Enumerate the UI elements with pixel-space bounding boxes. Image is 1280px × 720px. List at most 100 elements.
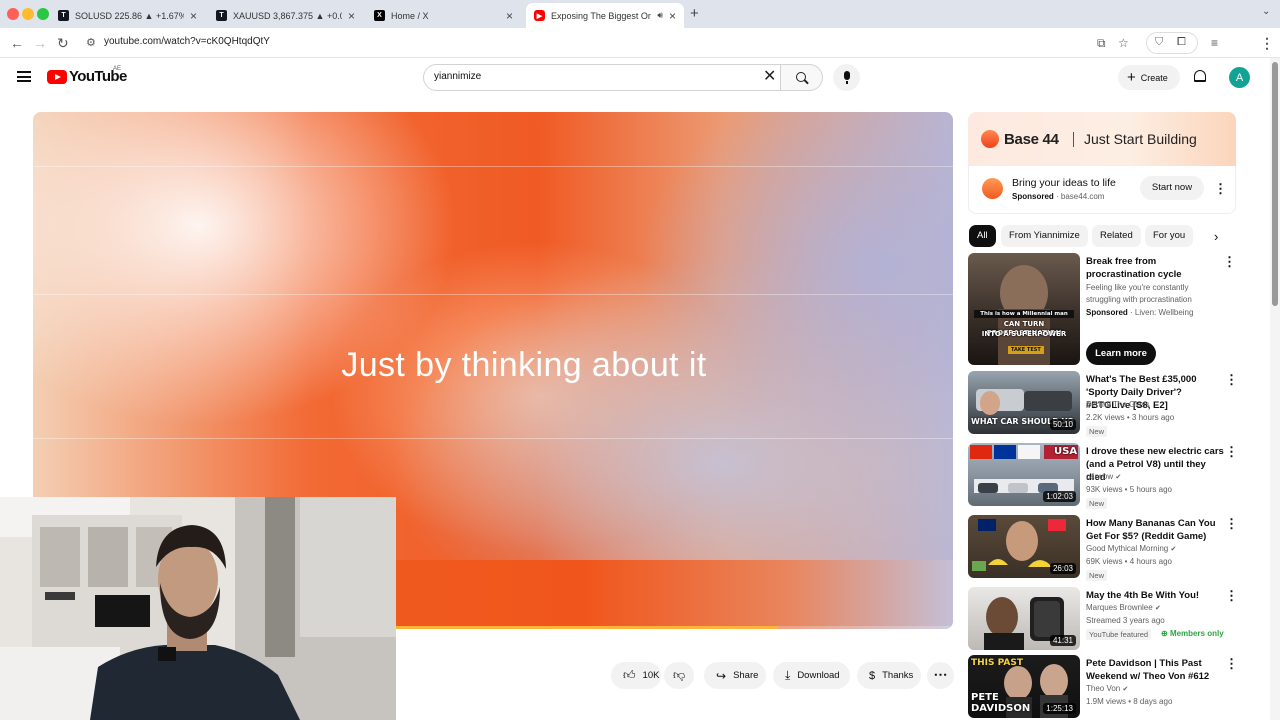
video-thumbnail[interactable]: THIS PAST PETE DAVIDSON 1:25:13 xyxy=(968,655,1080,718)
browser-tab[interactable]: T XAUUSD 3,867.375 ▲ +0.05% × xyxy=(208,3,363,28)
video-thumbnail[interactable]: USA 1:02:03 xyxy=(968,443,1080,506)
item-menu-icon[interactable]: ⋮ xyxy=(1225,589,1238,602)
tab-title: Exposing The Biggest On xyxy=(551,10,652,21)
chip-all[interactable]: All xyxy=(969,225,996,247)
video-stats: Streamed 3 years ago xyxy=(1086,616,1165,625)
sponsored-label: Sponsored xyxy=(1012,192,1054,201)
close-tab-icon[interactable]: × xyxy=(348,9,355,23)
notifications-bell-icon[interactable] xyxy=(1194,70,1206,82)
video-thumbnail[interactable]: 41:31 xyxy=(968,587,1080,650)
close-tab-icon[interactable]: × xyxy=(190,9,197,23)
members-only-badge: ⊕ Members only xyxy=(1161,629,1224,638)
video-title[interactable]: Pete Davidson | This Past Weekend w/ The… xyxy=(1086,657,1226,683)
video-title[interactable]: May the 4th Be With You! xyxy=(1086,589,1226,602)
item-menu-icon[interactable]: ⋮ xyxy=(1225,657,1238,670)
item-menu-icon[interactable]: ⋮ xyxy=(1225,445,1238,458)
video-list-item[interactable]: 26:03 How Many Bananas Can You Get For $… xyxy=(968,515,1238,581)
video-list-item[interactable]: WHAT CAR SHOULD YO 50:10 What's The Best… xyxy=(968,371,1238,437)
base44-logo-icon xyxy=(981,130,999,148)
create-button[interactable]: + Create xyxy=(1118,65,1180,90)
shield-icon[interactable]: ⛉ xyxy=(1155,36,1163,49)
media-control-icon[interactable]: ≡ xyxy=(1211,34,1218,52)
ad-menu-icon[interactable]: ⋮ xyxy=(1214,182,1227,195)
video-list-item[interactable]: THIS PAST PETE DAVIDSON 1:25:13 Pete Dav… xyxy=(968,655,1238,718)
avatar[interactable]: A xyxy=(1229,67,1250,88)
page-scrollbar[interactable] xyxy=(1270,58,1280,720)
browser-tab[interactable]: T SOLUSD 225.86 ▲ +1.67% U × xyxy=(50,3,205,28)
divider xyxy=(33,438,953,439)
url-field[interactable]: youtube.com/watch?v=cK0QHtqdQtY xyxy=(104,36,270,47)
channel-name[interactable]: Good Mythical Morning ✔ xyxy=(1086,544,1176,553)
back-icon[interactable]: ← xyxy=(10,34,24,52)
channel-name[interactable]: Behind The Glass xyxy=(1086,400,1149,409)
channel-name[interactable]: Theo Von ✔ xyxy=(1086,684,1128,693)
video-thumbnail[interactable]: WHAT CAR SHOULD YO 50:10 xyxy=(968,371,1080,434)
like-button[interactable]: 👍︎ 10K xyxy=(611,662,661,689)
channel-label: Theo Von xyxy=(1086,684,1121,693)
minimize-window-button[interactable] xyxy=(22,8,34,20)
video-title[interactable]: Break free from procrastination cycle xyxy=(1086,255,1226,281)
tab-search-icon[interactable]: ⌄ xyxy=(1262,6,1270,17)
video-stats: 2.2K views • 3 hours ago xyxy=(1086,413,1175,422)
chevron-right-icon[interactable]: › xyxy=(1214,229,1218,244)
extensions-icon[interactable]: ⧠ xyxy=(1177,36,1186,49)
reload-icon[interactable]: ↻ xyxy=(57,34,69,52)
video-title[interactable]: How Many Bananas Can You Get For $5? (Re… xyxy=(1086,517,1226,543)
ad-banner[interactable]: Base 44 Just Start Building xyxy=(968,112,1236,166)
search-button[interactable] xyxy=(781,64,823,91)
scrollbar-thumb[interactable] xyxy=(1272,62,1278,306)
thanks-icon: $ xyxy=(869,669,876,682)
advertiser-avatar xyxy=(982,178,1003,199)
search-box[interactable]: yiannimize ✕ xyxy=(423,64,781,91)
thanks-label: Thanks xyxy=(882,670,914,681)
chip-related[interactable]: Related xyxy=(1092,225,1141,247)
youtube-logo-icon[interactable] xyxy=(47,70,67,84)
browser-menu-icon[interactable]: ⋮ xyxy=(1260,34,1274,52)
close-tab-icon[interactable]: × xyxy=(506,9,513,23)
clear-search-icon[interactable]: ✕ xyxy=(763,68,776,86)
channel-name[interactable]: Marques Brownlee ✔ xyxy=(1086,603,1161,612)
chip-from-yiannimize[interactable]: From Yiannimize xyxy=(1001,225,1088,247)
video-list-item[interactable]: USA 1:02:03 I drove these new electric c… xyxy=(968,443,1238,509)
hamburger-menu-icon[interactable] xyxy=(17,71,31,82)
item-menu-icon[interactable]: ⋮ xyxy=(1225,373,1238,386)
video-thumbnail[interactable]: This is how a Millennial man CAN TURN PR… xyxy=(968,253,1080,365)
install-app-icon[interactable]: ⧉ xyxy=(1097,34,1106,52)
video-thumbnail[interactable]: 26:03 xyxy=(968,515,1080,578)
download-icon: ⤓ xyxy=(785,668,791,682)
share-icon: ↪ xyxy=(716,668,727,683)
video-stats: 1.9M views • 8 days ago xyxy=(1086,697,1173,706)
browser-tab[interactable]: X Home / X × xyxy=(366,3,521,28)
sponsored-video-item[interactable]: This is how a Millennial man CAN TURN PR… xyxy=(968,253,1236,365)
learn-more-button[interactable]: Learn more xyxy=(1086,342,1156,365)
download-button[interactable]: ⤓ Download xyxy=(773,662,850,689)
dislike-button[interactable]: 👎︎ xyxy=(664,662,694,689)
like-count: 10K xyxy=(642,670,660,681)
close-window-button[interactable] xyxy=(7,8,19,20)
video-list-item[interactable]: 41:31 May the 4th Be With You! Marques B… xyxy=(968,587,1238,650)
thanks-button[interactable]: $ Thanks xyxy=(857,662,921,689)
browser-tab-active[interactable]: ▶ Exposing The Biggest On 🔊︎ × xyxy=(526,3,684,28)
channel-name[interactable]: carwow ✔ xyxy=(1086,472,1121,481)
start-now-button[interactable]: Start now xyxy=(1140,176,1204,200)
webcam-overlay xyxy=(0,497,396,720)
more-actions-button[interactable]: ⋯ xyxy=(927,662,954,689)
maximize-window-button[interactable] xyxy=(37,8,49,20)
verified-icon: ✔ xyxy=(1115,474,1122,481)
chip-for-you[interactable]: For you xyxy=(1145,225,1194,247)
forward-icon[interactable]: → xyxy=(33,34,47,52)
new-tab-button[interactable]: + xyxy=(690,5,699,22)
youtube-header: YouTube AE yiannimize ✕ + Create A xyxy=(0,58,1270,98)
item-menu-icon[interactable]: ⋮ xyxy=(1223,255,1236,268)
search-input[interactable]: yiannimize xyxy=(434,71,481,82)
close-tab-icon[interactable]: × xyxy=(669,9,676,23)
voice-search-button[interactable] xyxy=(833,64,860,91)
bookmark-star-icon[interactable]: ☆ xyxy=(1118,34,1129,52)
new-badge: New xyxy=(1086,426,1108,437)
region-code: AE xyxy=(113,66,122,72)
item-menu-icon[interactable]: ⋮ xyxy=(1225,517,1238,530)
site-settings-icon[interactable]: ⚙︎ xyxy=(86,34,96,52)
speaker-icon[interactable]: 🔊︎ xyxy=(657,10,663,21)
share-button[interactable]: ↪ Share xyxy=(704,662,766,689)
ad-details[interactable]: Bring your ideas to life Sponsored · bas… xyxy=(968,166,1236,214)
